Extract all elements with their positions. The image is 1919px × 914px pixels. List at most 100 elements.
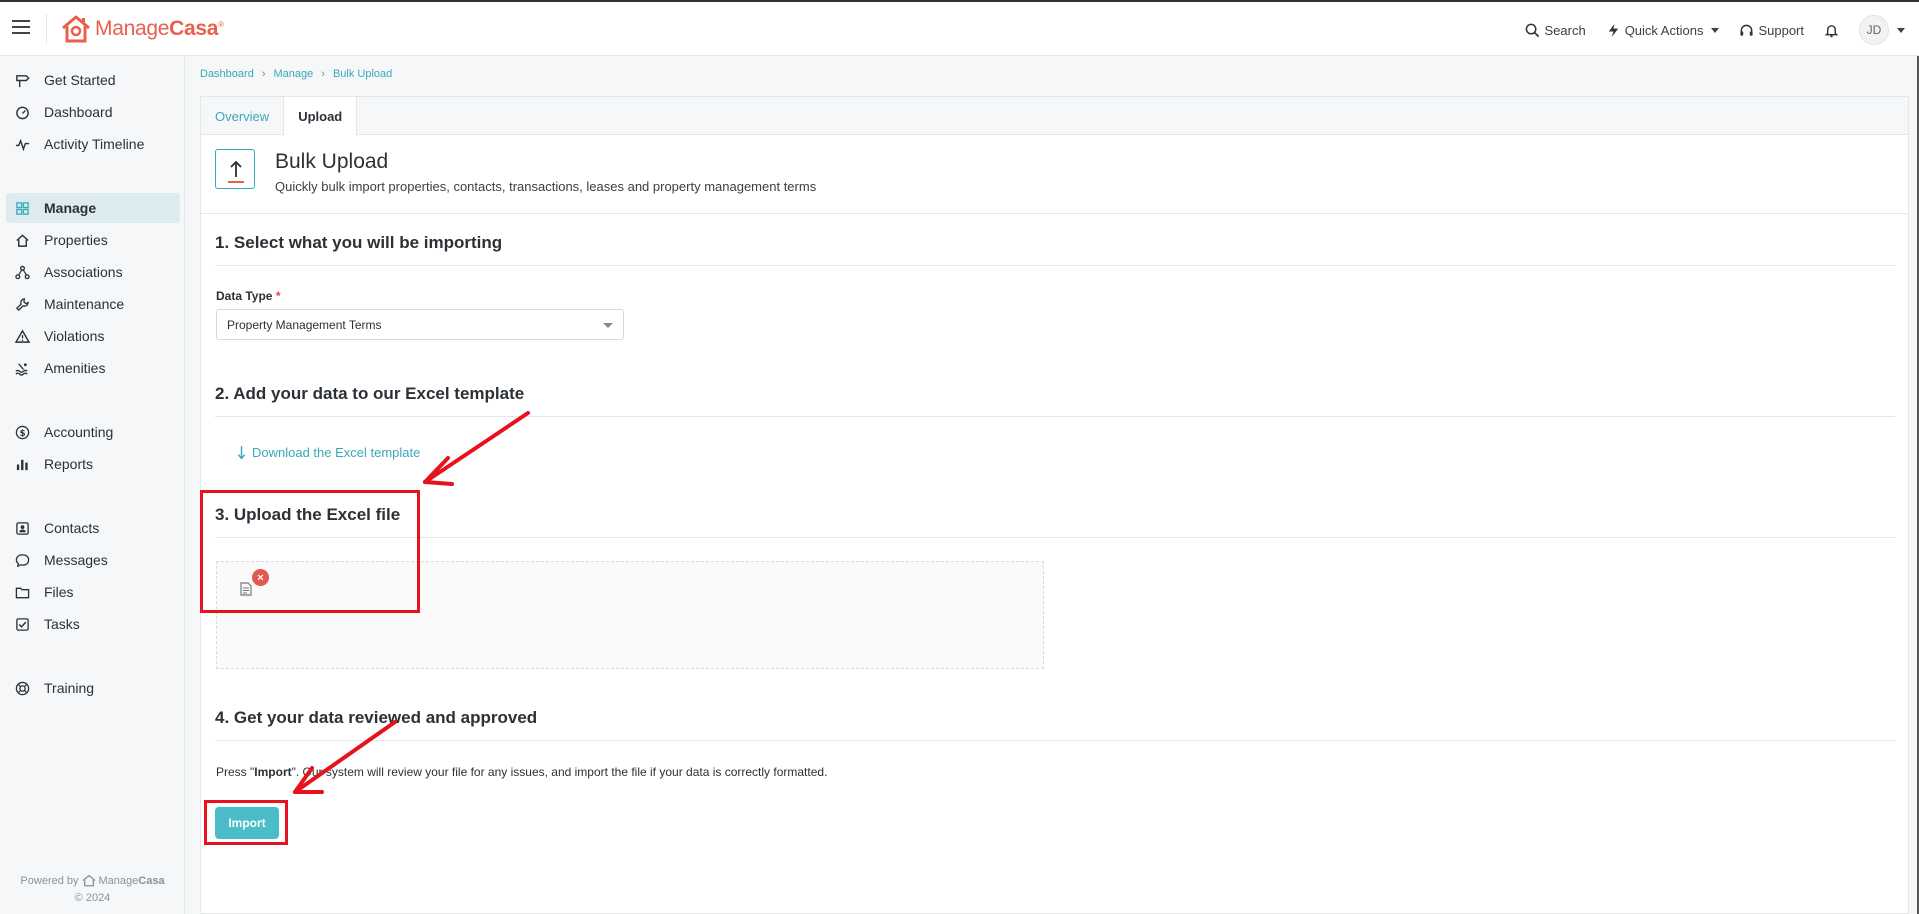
divider — [201, 213, 1908, 214]
dollar-icon: $ — [14, 424, 30, 440]
chevron-right-icon: › — [261, 68, 266, 80]
download-template-link[interactable]: Download the Excel template — [237, 445, 420, 460]
chevron-down-icon — [603, 323, 613, 328]
step-4-title: 4. Get your data reviewed and approved — [215, 708, 538, 727]
search-label: Search — [1544, 22, 1586, 38]
pool-icon — [14, 360, 30, 376]
breadcrumb-manage[interactable]: Manage — [274, 68, 314, 80]
sidebar-item-manage[interactable]: Manage — [6, 193, 180, 223]
bar-chart-icon — [14, 456, 30, 472]
sidebar-item-amenities[interactable]: Amenities — [6, 353, 180, 383]
lightning-icon — [1608, 23, 1618, 37]
sidebar-item-tasks[interactable]: Tasks — [6, 609, 180, 639]
sidebar-item-label: Contacts — [44, 520, 100, 536]
import-instructions: Press "Import". Our system will review y… — [216, 765, 828, 779]
sidebar-item-label: Accounting — [44, 424, 114, 440]
chat-icon — [14, 552, 30, 568]
sidebar-item-label: Violations — [44, 328, 105, 344]
tab-overview[interactable]: Overview — [201, 97, 283, 135]
divider — [46, 14, 47, 44]
divider — [215, 416, 1895, 417]
sidebar-item-training[interactable]: Training — [6, 673, 180, 703]
sidebar-item-accounting[interactable]: $ Accounting — [6, 417, 180, 447]
support-button[interactable]: Support — [1739, 23, 1804, 38]
powered-brand: ManageCasa — [98, 874, 165, 887]
sidebar-item-violations[interactable]: Violations — [6, 321, 180, 351]
sidebar-item-label: Associations — [44, 264, 123, 280]
lifebuoy-icon — [14, 680, 30, 696]
top-bar: ManageCasa® Search Quick Actions Support… — [0, 0, 1919, 56]
breadcrumb-bulk-upload[interactable]: Bulk Upload — [333, 68, 392, 80]
checkbox-icon — [14, 616, 30, 632]
pulse-icon — [14, 136, 30, 152]
app-logo[interactable]: ManageCasa® — [60, 14, 224, 44]
house-icon — [14, 232, 30, 248]
sidebar-item-label: Get Started — [44, 72, 116, 88]
grid-icon — [14, 200, 30, 216]
sidebar-item-activity-timeline[interactable]: Activity Timeline — [6, 129, 180, 159]
powered-by-footer: Powered by ManageCasa — [0, 874, 185, 887]
step-1-title: 1. Select what you will be importing — [215, 233, 503, 252]
sidebar-item-dashboard[interactable]: Dashboard — [6, 97, 180, 127]
divider — [215, 537, 1895, 538]
tab-upload[interactable]: Upload — [283, 97, 358, 136]
bell-icon — [1824, 24, 1839, 37]
contact-card-icon — [14, 520, 30, 536]
house-logo-icon — [62, 15, 90, 43]
copyright: © 2024 — [74, 892, 111, 904]
data-type-value: Property Management Terms — [227, 317, 382, 332]
divider — [215, 265, 1895, 266]
sidebar-item-files[interactable]: Files — [6, 577, 180, 607]
data-type-label: Data Type * — [216, 289, 281, 303]
sidebar-item-label: Properties — [44, 232, 108, 248]
breadcrumb-dashboard[interactable]: Dashboard — [200, 68, 254, 80]
breadcrumb: Dashboard › Manage › Bulk Upload — [200, 68, 392, 80]
sidebar-item-label: Training — [44, 680, 95, 696]
tab-bar: Overview Upload — [201, 97, 1908, 136]
headset-icon — [1740, 24, 1754, 36]
sidebar-item-contacts[interactable]: Contacts — [6, 513, 180, 543]
sidebar-item-label: Activity Timeline — [44, 136, 145, 152]
powered-by-label: Powered by — [20, 874, 79, 887]
warning-icon — [14, 328, 30, 344]
support-label: Support — [1758, 22, 1804, 38]
chevron-right-icon: › — [321, 68, 325, 80]
signpost-icon — [14, 72, 30, 88]
arrow-down-icon — [237, 446, 246, 460]
brand-name: ManageCasa® — [95, 17, 224, 40]
sidebar-item-associations[interactable]: Associations — [6, 257, 180, 287]
upload-document-icon — [215, 149, 255, 189]
hamburger-menu-icon[interactable] — [12, 20, 30, 34]
sidebar-item-messages[interactable]: Messages — [6, 545, 180, 575]
sidebar-item-label: Messages — [44, 552, 108, 568]
search-button[interactable]: Search — [1525, 22, 1586, 38]
notifications-button[interactable] — [1824, 23, 1839, 38]
sidebar-item-get-started[interactable]: Get Started — [6, 65, 180, 95]
user-menu[interactable]: JD — [1859, 15, 1905, 45]
wrench-icon — [14, 296, 30, 312]
sidebar-item-label: Manage — [44, 200, 97, 216]
sidebar-item-label: Amenities — [44, 360, 106, 376]
sidebar-item-properties[interactable]: Properties — [6, 225, 180, 255]
sidebar-item-maintenance[interactable]: Maintenance — [6, 289, 180, 319]
sidebar-item-reports[interactable]: Reports — [6, 449, 180, 479]
house-logo-icon — [81, 874, 96, 887]
chevron-down-icon — [1711, 27, 1720, 33]
main-content: Dashboard › Manage › Bulk Upload Overvie… — [200, 56, 1909, 914]
avatar: JD — [1859, 15, 1889, 45]
quick-actions-button[interactable]: Quick Actions — [1606, 23, 1720, 38]
sidebar-item-label: Reports — [44, 456, 94, 472]
sidebar-item-label: Maintenance — [44, 296, 125, 312]
network-icon — [14, 264, 30, 280]
sidebar-item-label: Files — [44, 584, 74, 600]
gauge-icon — [14, 104, 30, 120]
step-2-title: 2. Add your data to our Excel template — [215, 384, 525, 403]
data-type-select[interactable]: Property Management Terms — [216, 309, 624, 340]
svg-text:$: $ — [19, 427, 25, 437]
chevron-down-icon — [1897, 27, 1905, 33]
folder-icon — [14, 584, 30, 600]
page-subtitle: Quickly bulk import properties, contacts… — [275, 179, 817, 194]
annotation-box-upload — [200, 490, 420, 613]
search-icon — [1526, 23, 1540, 37]
sidebar-item-label: Dashboard — [44, 104, 113, 120]
